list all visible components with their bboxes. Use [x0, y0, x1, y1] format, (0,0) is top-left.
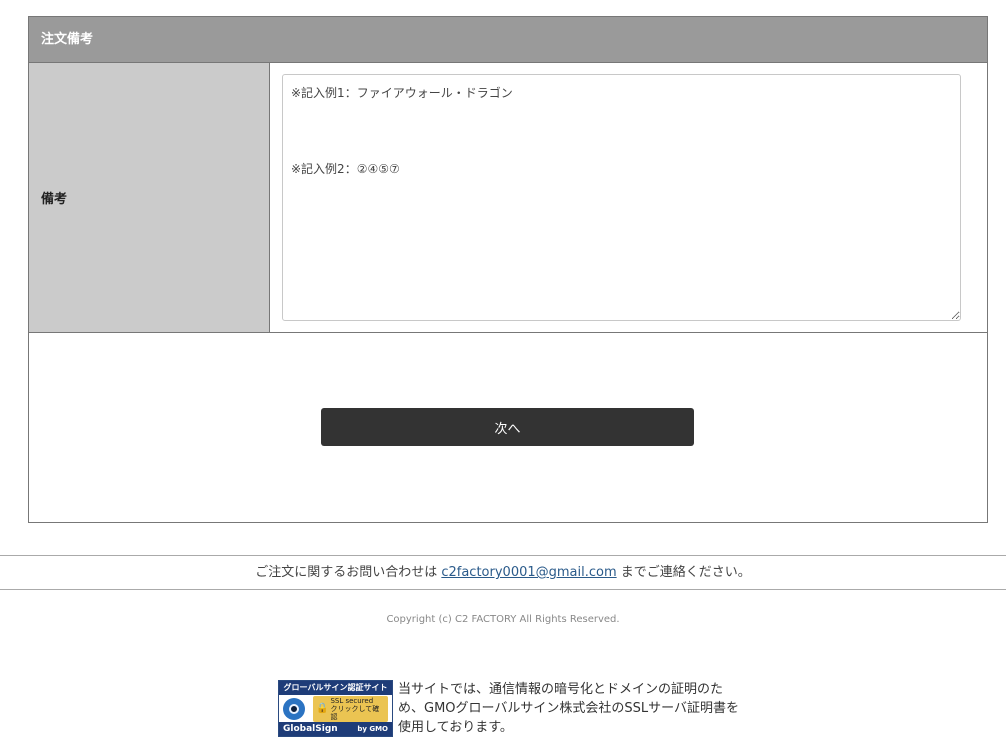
order-notes-section: 注文備考 備考 ※記入例1：ファイアウォール・ドラゴン ※記入例2：②④⑤⑦ 次… [28, 16, 988, 523]
seal-badge-line2: クリックして確認 [330, 704, 380, 721]
notes-row: 備考 ※記入例1：ファイアウォール・ドラゴン ※記入例2：②④⑤⑦ [29, 62, 987, 333]
section-header: 注文備考 [29, 17, 987, 62]
button-area: 次へ [29, 333, 987, 522]
notes-input-cell: ※記入例1：ファイアウォール・ドラゴン ※記入例2：②④⑤⑦ [270, 63, 987, 332]
copyright: Copyright (c) C2 FACTORY All Rights Rese… [386, 614, 620, 625]
globalsign-eye-icon [283, 697, 305, 720]
ssl-block: グローバルサイン認証サイト 🔒 SSL secured クリックして確認 Glo… [278, 680, 740, 737]
ssl-description: 当サイトでは、通信情報の暗号化とドメインの証明のため、GMOグローバルサイン株式… [398, 682, 740, 735]
notes-label: 備考 [29, 63, 270, 332]
seal-brand: GlobalSign [283, 724, 338, 734]
seal-title: グローバルサイン認証サイト [279, 681, 392, 695]
contact-bar: ご注文に関するお問い合わせは c2factory0001@gmail.com ま… [0, 555, 1006, 590]
notes-textarea[interactable]: ※記入例1：ファイアウォール・ドラゴン ※記入例2：②④⑤⑦ [282, 74, 961, 321]
ssl-secured-badge: 🔒 SSL secured クリックして確認 [313, 695, 388, 722]
ssl-seal[interactable]: グローバルサイン認証サイト 🔒 SSL secured クリックして確認 Glo… [278, 680, 393, 737]
contact-email-link[interactable]: c2factory0001@gmail.com [441, 565, 616, 580]
seal-by-gmo: by GMO [357, 725, 388, 733]
contact-suffix: までご連絡ください。 [616, 565, 751, 580]
seal-middle: 🔒 SSL secured クリックして確認 [279, 695, 392, 722]
seal-badge-line1: SSL secured [330, 696, 374, 705]
lock-icon: 🔒 [316, 703, 329, 714]
next-button[interactable]: 次へ [321, 408, 694, 446]
seal-brand-bar: GlobalSign by GMO [279, 722, 392, 736]
contact-prefix: ご注文に関するお問い合わせは [255, 565, 442, 580]
